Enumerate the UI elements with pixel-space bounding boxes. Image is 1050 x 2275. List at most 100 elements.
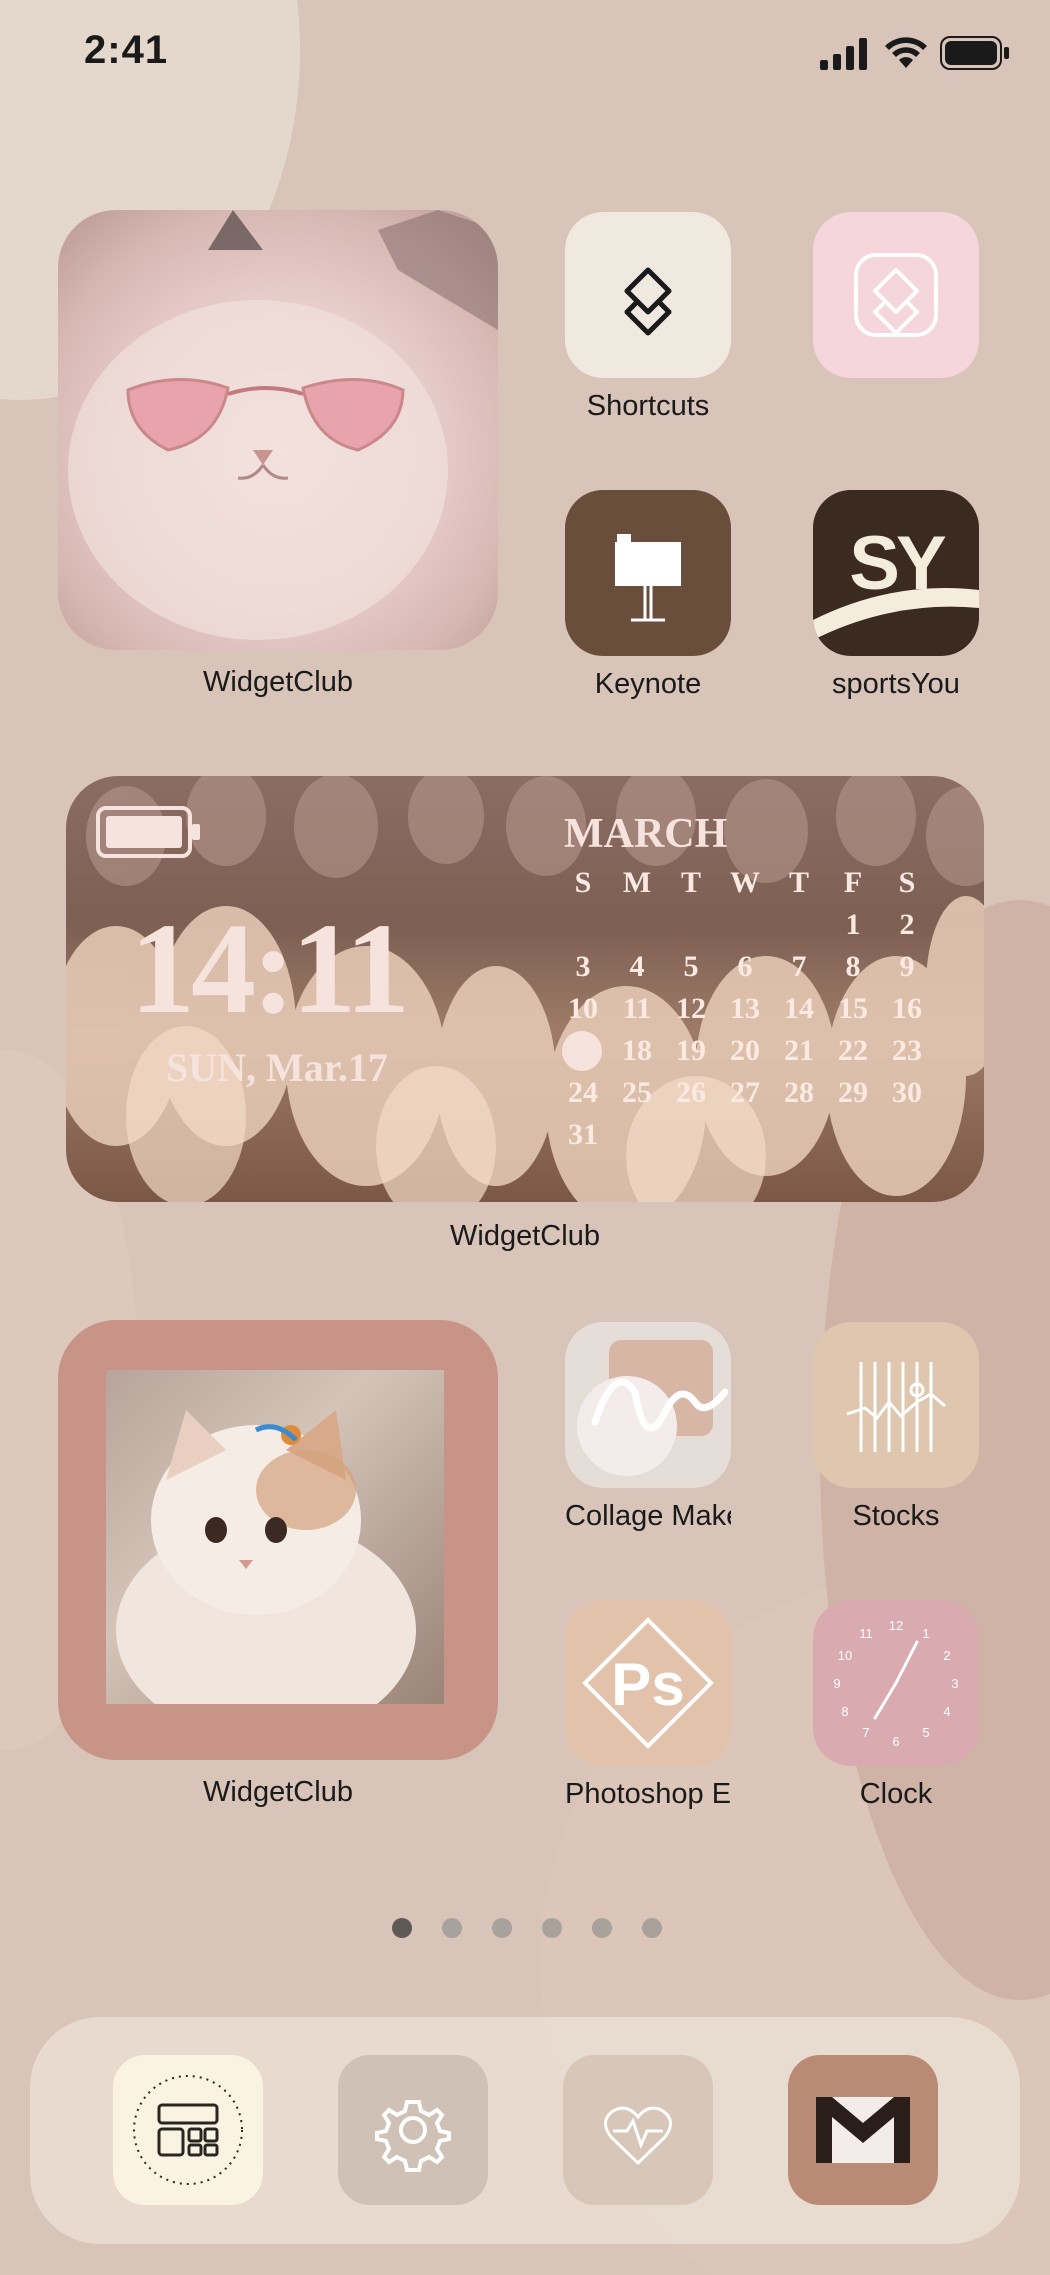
gear-icon <box>375 2100 451 2172</box>
calendar-widget-label: WidgetClub <box>450 1220 600 1252</box>
calendar-day: 22 <box>838 1034 868 1067</box>
weekday-label: S <box>898 866 916 899</box>
stocks-label: Stocks <box>852 1500 940 1532</box>
dock-widgets-app[interactable] <box>113 2055 263 2205</box>
widget-top-label: WidgetClub <box>203 666 353 698</box>
svg-text:2: 2 <box>943 1648 950 1663</box>
clock-face-icon: 1212 345 678 91011 <box>833 1618 958 1749</box>
weekday-label: M <box>622 866 652 899</box>
widget-date: SUN, Mar.17 <box>166 1045 388 1090</box>
calendar-day: 19 <box>676 1034 706 1067</box>
status-bar: 2:41 <box>0 0 1050 110</box>
calendar-month: MARCH <box>564 811 728 857</box>
stocks-app-icon[interactable] <box>813 1322 979 1488</box>
svg-text:5: 5 <box>922 1725 929 1740</box>
page-indicator[interactable] <box>392 1918 662 1938</box>
weekday-label: F <box>843 866 863 899</box>
page-dot[interactable] <box>592 1918 612 1938</box>
battery-widget-icon <box>96 806 200 858</box>
svg-text:6: 6 <box>892 1734 899 1749</box>
app-stocks[interactable]: Stocks <box>813 1322 979 1533</box>
calendar-day: 16 <box>892 992 922 1025</box>
keynote-podium-icon <box>615 534 681 622</box>
keynote-app-icon[interactable] <box>565 490 731 656</box>
stocks-chart-icon <box>846 1362 946 1452</box>
widget-clock-time: 14:11 <box>130 897 410 1041</box>
calendar-grid: S M T W T F S 1 2 3 4 5 6 7 8 9 10 11 12… <box>556 862 936 1156</box>
calendar-day: 6 <box>737 950 753 983</box>
heart-pulse-icon <box>604 2106 672 2166</box>
app-shortcuts-pink[interactable] <box>813 212 979 390</box>
kitten-frame-widget[interactable] <box>58 1320 498 1760</box>
calendar-day: 15 <box>838 992 868 1025</box>
calendar-day: 10 <box>568 992 598 1025</box>
weekday-label: W <box>730 866 760 899</box>
svg-text:1: 1 <box>922 1626 929 1641</box>
sportsyou-app-icon[interactable]: SY <box>813 490 979 656</box>
calendar-week-row: 31 <box>556 1114 936 1156</box>
calendar-week-row: 24 25 26 27 28 29 30 <box>556 1072 936 1114</box>
signal-icon <box>820 38 867 70</box>
calendar-day: 9 <box>899 950 915 983</box>
dock <box>30 2017 1020 2244</box>
shortcuts-icon <box>624 267 672 336</box>
calendar-day: 3 <box>575 950 591 983</box>
calendar-week-row: 18 19 20 21 22 23 <box>556 1030 936 1072</box>
weekday-label: S <box>574 866 592 899</box>
svg-text:12: 12 <box>889 1618 903 1633</box>
calendar-day: 25 <box>622 1076 652 1109</box>
calendar-today-marker <box>556 1030 610 1072</box>
dock-health[interactable] <box>563 2055 713 2205</box>
app-photoshop-express[interactable]: Ps Photoshop Exp <box>565 1600 731 1811</box>
page-dot-active[interactable] <box>392 1918 412 1938</box>
calendar-day: 29 <box>838 1076 868 1109</box>
widget-bottom-label: WidgetClub <box>203 1776 353 1808</box>
shortcuts-app-icon[interactable] <box>565 212 731 378</box>
page-dot[interactable] <box>542 1918 562 1938</box>
calendar-day: 4 <box>629 950 645 983</box>
battery-icon <box>940 36 1009 70</box>
page-dot[interactable] <box>442 1918 462 1938</box>
svg-text:3: 3 <box>951 1676 958 1691</box>
shortcuts-outline-icon <box>854 253 938 337</box>
photoshop-app-icon[interactable]: Ps <box>565 1600 731 1766</box>
collage-squiggle-icon <box>577 1340 729 1476</box>
calendar-day: 23 <box>892 1034 922 1067</box>
app-clock[interactable]: 12 1 2 345 678 9 10 11 Clock <box>813 1600 979 1811</box>
clock-app-icon[interactable]: 12 1 2 345 678 9 10 11 <box>813 1600 979 1766</box>
app-collage-maker[interactable]: Collage Maker <box>565 1322 731 1533</box>
page-dot[interactable] <box>642 1918 662 1938</box>
calendar-day: 5 <box>683 950 699 983</box>
shortcuts-pink-app-icon[interactable] <box>813 212 979 378</box>
calendar-day: 14 <box>784 992 814 1025</box>
calendar-day: 26 <box>676 1076 706 1109</box>
collage-maker-app-icon[interactable] <box>565 1322 731 1488</box>
svg-text:10: 10 <box>838 1648 852 1663</box>
sportsyou-logo-text: SY <box>849 521 946 606</box>
svg-text:4: 4 <box>943 1704 950 1719</box>
calendar-day: 13 <box>730 992 760 1025</box>
cat-sunglasses-image <box>68 210 498 640</box>
app-sportsyou[interactable]: SY sportsYou <box>813 490 979 701</box>
calendar-weekday-row: S M T W T F S <box>556 862 936 904</box>
cat-photo-widget[interactable] <box>58 210 498 650</box>
calendar-day: 31 <box>568 1118 598 1151</box>
svg-text:7: 7 <box>862 1725 869 1740</box>
calendar-week-row: 3 4 5 6 7 8 9 <box>556 946 936 988</box>
app-keynote[interactable]: Keynote <box>565 490 731 701</box>
photoshop-label: Photoshop Exp <box>565 1778 731 1810</box>
calendar-day: 18 <box>622 1034 652 1067</box>
keynote-label: Keynote <box>594 668 702 700</box>
calendar-day <box>664 904 718 946</box>
dock-gmail[interactable] <box>788 2055 938 2205</box>
calendar-day: 24 <box>568 1076 598 1109</box>
svg-text:8: 8 <box>841 1704 848 1719</box>
page-dot[interactable] <box>492 1918 512 1938</box>
weekday-label: T <box>788 866 809 899</box>
app-shortcuts[interactable]: Shortcuts <box>565 212 731 423</box>
calendar-week-row: 10 11 12 13 14 15 16 <box>556 988 936 1030</box>
dock-settings[interactable] <box>338 2055 488 2205</box>
kitten-photo <box>106 1370 444 1704</box>
status-time: 2:41 <box>84 28 169 72</box>
calendar-day: 7 <box>791 950 807 983</box>
